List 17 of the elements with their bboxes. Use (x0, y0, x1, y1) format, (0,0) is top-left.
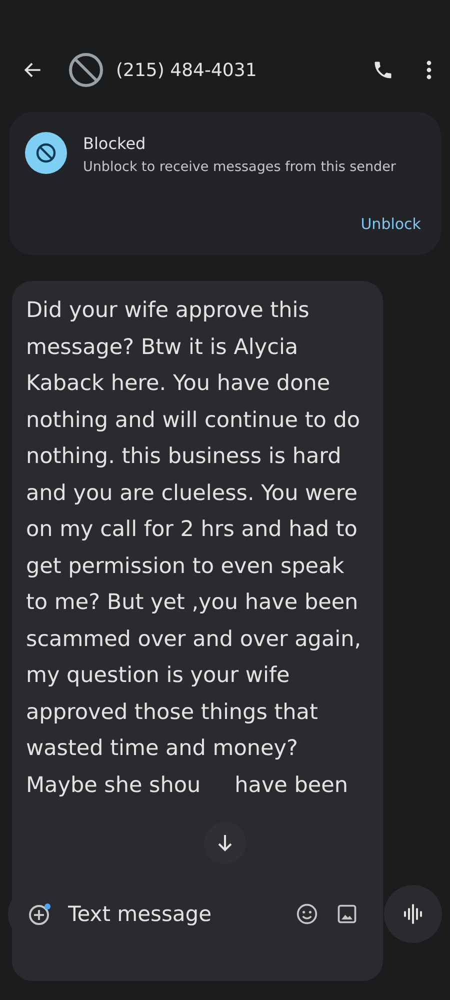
blocked-icon (68, 52, 104, 88)
more-vert-icon (426, 60, 432, 80)
waveform-icon (404, 904, 422, 924)
smiley-icon (296, 903, 318, 925)
message-input[interactable]: Text message (66, 901, 282, 927)
phone-icon (372, 59, 394, 81)
message-text: Did your wife approve this message? Btw it is Alycia Kaback here. You have done nothing and will continue to do nothing. this business is hard and you are clueless. You were on my call for 2 hrs and had to get permission to even speak to me? But yet ,you have been scammed over and over again, my question is your wife approved those things that wasted time and money? (26, 297, 362, 763)
add-attachment-icon (28, 902, 52, 926)
image-icon (336, 903, 358, 925)
down-arrow-icon (217, 834, 233, 852)
unblock-button[interactable]: Unblock (360, 215, 421, 233)
message-text: Maybe she shou (26, 772, 201, 800)
banner-message: Unblock to receive messages from this sender (83, 159, 396, 175)
phone-number: (215) 484-4031 (116, 60, 258, 80)
blocked-icon (25, 132, 67, 174)
banner-title: Blocked (83, 134, 147, 153)
message-text: have been (234, 772, 348, 800)
